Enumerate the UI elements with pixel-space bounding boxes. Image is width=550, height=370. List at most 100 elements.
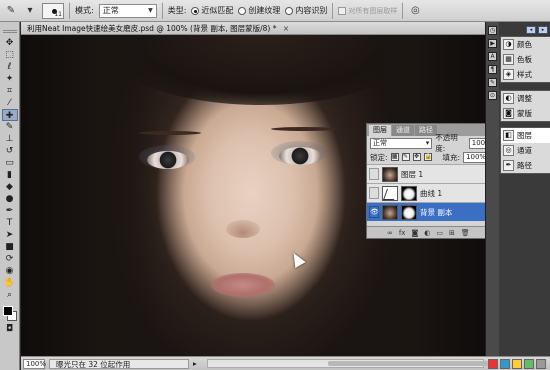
mask-icon[interactable]: ◙ (411, 229, 418, 237)
network-icon[interactable] (500, 358, 510, 369)
new-layer-icon[interactable]: ⊞ (449, 229, 455, 237)
tool-preset-dropdown-icon[interactable]: ▾ (23, 4, 37, 18)
tray-icon[interactable] (512, 358, 522, 369)
history-brush-tool-icon[interactable]: ↺ (2, 145, 18, 157)
dock-item-layers[interactable]: ◧ 图层 (501, 128, 550, 143)
toolbox-grip[interactable] (2, 30, 17, 33)
shape-tool-icon[interactable]: ■ (2, 241, 18, 253)
eye-icon[interactable]: 👁 (369, 206, 379, 218)
path-select-tool-icon[interactable]: ➤ (2, 229, 18, 241)
quick-mask-icon[interactable]: ◘ (2, 323, 18, 335)
lock-transparent-icon[interactable]: ▦ (390, 153, 399, 161)
dock-item-swatches[interactable]: ▦ 色板 (501, 52, 550, 67)
marquee-tool-icon[interactable]: ⬚ (2, 49, 18, 61)
dock-icon-strip: ◷ ▶ A ¶ ✎ ⊙ (486, 22, 499, 356)
clone-stamp-tool-icon[interactable]: ⊥ (2, 133, 18, 145)
status-info[interactable]: 曝光只在 32 位起作用 (49, 358, 189, 369)
brush-picker[interactable]: 11 (42, 2, 64, 19)
dock-item-paths[interactable]: ✒ 路径 (501, 158, 550, 173)
horizontal-scrollbar[interactable] (206, 359, 488, 368)
collapse-icon[interactable]: ◂ (526, 26, 536, 34)
folder-icon[interactable]: ▭ (436, 229, 443, 237)
hand-tool-icon[interactable]: ✋ (2, 277, 18, 289)
divider (402, 2, 404, 19)
masks-icon: ◙ (503, 108, 514, 119)
lasso-tool-icon[interactable]: ℓ (2, 61, 18, 73)
sample-all-layers-checkbox[interactable]: 对所有图层取样 (338, 6, 397, 16)
3d-camera-tool-icon[interactable]: ◉ (2, 265, 18, 277)
ime-icon[interactable] (536, 358, 546, 369)
healing-brush-tool-icon[interactable]: ✚ (1, 109, 18, 121)
document-tab[interactable]: 利用Neat Image快速绘美女磨皮.psd @ 100% (背景 副本, 图… (21, 22, 485, 35)
history-icon[interactable]: ◷ (488, 26, 497, 35)
3d-rotate-tool-icon[interactable]: ⟳ (2, 253, 18, 265)
clone-source-icon[interactable]: ⊙ (488, 91, 497, 100)
type-tool-icon[interactable]: T (2, 217, 18, 229)
foreground-color-swatch[interactable] (2, 306, 13, 316)
chevron-down-icon: ▾ (425, 139, 430, 147)
visibility-toggle[interactable] (369, 168, 379, 180)
blur-tool-icon[interactable]: ◆ (2, 181, 18, 193)
close-icon[interactable]: × (283, 24, 289, 33)
lock-move-icon[interactable]: ✥ (412, 153, 421, 161)
dock-item-adjustments[interactable]: ◐ 调整 (501, 91, 550, 106)
color-swatches[interactable] (2, 305, 18, 323)
type-radio-texture[interactable]: 创建纹理 (238, 5, 280, 16)
lock-paint-icon[interactable]: ✎ (401, 153, 410, 161)
dock-item-color[interactable]: ◑ 颜色 (501, 37, 550, 52)
fx-icon[interactable]: fx (399, 229, 406, 237)
dock-item-label: 颜色 (517, 40, 532, 49)
actions-icon[interactable]: ▶ (488, 39, 497, 48)
link-icon[interactable]: ∞ (387, 229, 393, 237)
radio-icon (285, 6, 294, 15)
layer-thumbnail (382, 204, 398, 220)
zoom-tool-icon[interactable]: ⌕ (2, 289, 18, 301)
tab-paths[interactable]: 路径 (415, 125, 437, 136)
pen-tool-icon[interactable]: ✒ (2, 205, 18, 217)
blend-mode-select[interactable]: 正常 ▾ (370, 137, 433, 149)
crop-tool-icon[interactable]: ⌗ (2, 85, 18, 97)
status-menu-icon[interactable]: ▸ (193, 359, 197, 368)
character-icon[interactable]: A (488, 52, 497, 61)
visibility-toggle[interactable] (369, 187, 379, 199)
quick-select-tool-icon[interactable]: ✦ (2, 73, 18, 85)
dodge-tool-icon[interactable]: ● (2, 193, 18, 205)
dock-item-masks[interactable]: ◙ 蒙版 (501, 106, 550, 121)
layer-name[interactable]: 背景 副本 (420, 207, 452, 218)
dock-item-label: 图层 (517, 131, 532, 140)
type-radio-content-aware[interactable]: 内容识别 (285, 5, 327, 16)
move-tool-icon[interactable]: ✥ (2, 37, 18, 49)
zoom-field[interactable]: 100% (23, 358, 46, 369)
lock-all-icon[interactable]: 🔒 (423, 153, 432, 161)
type-radio-proximity[interactable]: 近似匹配 (191, 5, 233, 16)
tab-layers[interactable]: 图层 (369, 125, 391, 136)
brush-tool-icon[interactable]: ✎ (2, 121, 18, 133)
mode-select[interactable]: 正常 ▼ (98, 3, 157, 18)
sample-all-label: 对所有图层取样 (348, 6, 398, 15)
layer-name[interactable]: 曲线 1 (420, 188, 442, 199)
expand-icon[interactable]: ▸ (538, 26, 548, 34)
swatches-icon: ▦ (503, 54, 514, 65)
photo-eye-left (147, 151, 189, 169)
tab-channels[interactable]: 通道 (392, 125, 414, 136)
photo-eyebrow-right (271, 127, 337, 131)
fill-label: 填充: (442, 152, 461, 162)
gradient-tool-icon[interactable]: ▮ (2, 169, 18, 181)
eyedropper-tool-icon[interactable]: ⁄ (2, 97, 18, 109)
dock-item-channels[interactable]: ◎ 通道 (501, 143, 550, 158)
paragraph-icon[interactable]: ¶ (488, 65, 497, 74)
layer-mask-thumbnail (401, 204, 417, 220)
pressure-size-icon[interactable]: ◎ (408, 4, 422, 18)
adjust-icon[interactable]: ◐ (424, 229, 430, 237)
dock-item-styles[interactable]: ◈ 样式 (501, 67, 550, 82)
healing-brush-tool-icon[interactable]: ✎ (4, 4, 18, 18)
dock-group-adjust: ◐ 调整 ◙ 蒙版 (500, 90, 550, 122)
dock-group-color: ◑ 颜色 ▦ 色板 ◈ 样式 (500, 36, 550, 83)
scrollbar-thumb[interactable] (327, 361, 488, 366)
volume-icon[interactable] (524, 358, 534, 369)
app-icon[interactable] (488, 358, 498, 369)
brush-presets-icon[interactable]: ✎ (488, 78, 497, 87)
layer-name[interactable]: 图层 1 (401, 169, 423, 180)
trash-icon[interactable]: 🗑 (461, 229, 470, 237)
eraser-tool-icon[interactable]: ▭ (2, 157, 18, 169)
